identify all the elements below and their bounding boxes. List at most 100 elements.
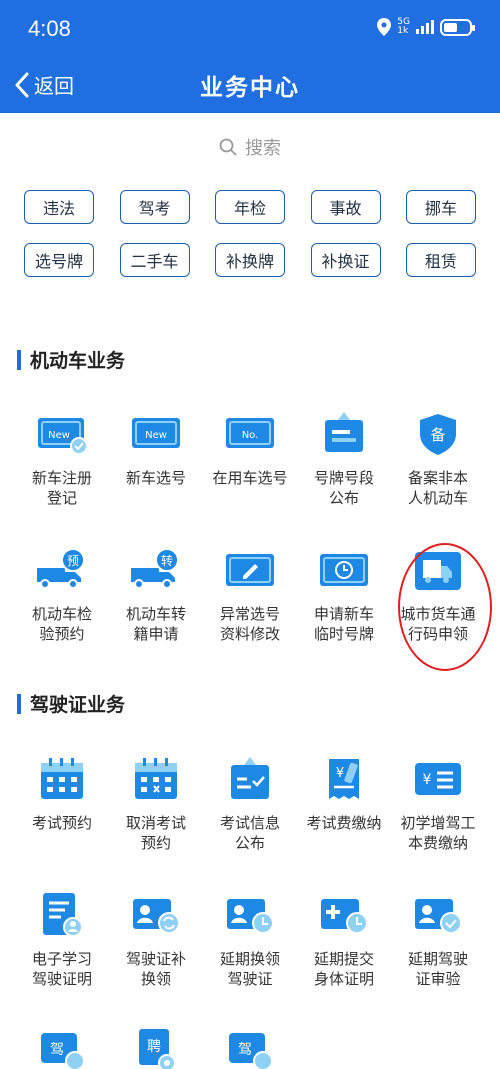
service-temporary-plate[interactable]: 申请新车 临时号牌 (297, 546, 391, 682)
tag-move-car[interactable]: 挪车 (406, 190, 476, 224)
license-services-grid: 考试预约 取消考试 预约 考试信息 公布 ¥ 考试费缴纳 ¥ 初学增驾工 本费缴… (15, 755, 485, 1069)
service-label: 延期提交 身体证明 (313, 950, 374, 988)
exam-info-icon (231, 757, 269, 799)
service-used-car-plate-select[interactable]: No. 在用车选号 (203, 410, 297, 546)
service-cancel-exam-appointment[interactable]: 取消考试 预约 (109, 755, 203, 891)
service-license-review-delay[interactable]: 延期驾驶 证审验 (391, 891, 485, 1027)
e-document-icon (43, 893, 83, 937)
cargo-truck-icon (415, 552, 461, 590)
service-label: 延期换领 驾驶证 (219, 950, 280, 988)
search-bar[interactable]: 搜索 (0, 134, 500, 160)
service-label: 新车选号 (125, 469, 186, 487)
service-label: 在用车选号 (212, 469, 288, 487)
new-plate-icon: New (132, 418, 180, 448)
tag-replace-plate[interactable]: 补换牌 (215, 243, 285, 277)
vehicle-section-title: 机动车业务 (17, 346, 125, 373)
service-register-others-vehicle[interactable]: 备 备案非本 人机动车 (391, 410, 485, 546)
service-label: 延期驾驶 证审验 (407, 950, 468, 988)
svg-text:驾: 驾 (238, 1042, 252, 1058)
service-label: 号牌号段 公布 (313, 469, 374, 507)
service-abnormal-plate-edit[interactable]: 异常选号 资料修改 (203, 546, 297, 682)
service-label: 考试信息 公布 (219, 814, 280, 852)
svg-text:No.: No. (242, 430, 259, 441)
service-label: 城市货车通 行码申领 (400, 605, 476, 643)
tag-driving-test[interactable]: 驾考 (119, 190, 190, 224)
location-icon (377, 18, 392, 36)
service-label: 电子学习 驾驶证明 (31, 950, 92, 988)
battery-icon (440, 18, 475, 36)
no-plate-icon: No. (226, 418, 274, 448)
license-verify-icon (415, 899, 462, 934)
service-exam-fee-payment[interactable]: ¥ 考试费缴纳 (297, 755, 391, 891)
service-e-license[interactable]: 驾 (203, 1027, 297, 1069)
new-plate-check-icon: New (38, 418, 88, 455)
svg-text:¥: ¥ (423, 772, 432, 788)
service-label: 驾驶证补 换领 (125, 950, 186, 988)
service-exam-appointment[interactable]: 考试预约 (15, 755, 109, 891)
truck-transfer-icon: 转 (131, 548, 179, 589)
hire-settings-icon: 聘 (139, 1029, 176, 1069)
header: 4:08 5G 1k 返回 业务中心 (0, 0, 500, 113)
temp-plate-icon (320, 554, 368, 586)
service-label: 考试预约 (31, 814, 92, 832)
service-label: 备案非本 人机动车 (407, 469, 468, 507)
service-hire-settings[interactable]: 聘 (109, 1027, 203, 1069)
license-renew-icon (133, 899, 180, 934)
shield-record-icon: 备 (420, 414, 456, 455)
service-license-replacement[interactable]: 驾驶证补 换领 (109, 891, 203, 1027)
tag-row: 选号牌 二手车 补换牌 补换证 租赁 (24, 243, 476, 277)
service-learner-fee-payment[interactable]: ¥ 初学增驾工 本费缴纳 (391, 755, 485, 891)
yuan-receipt-icon: ¥ (329, 759, 359, 799)
tag-violation[interactable]: 违法 (24, 190, 94, 224)
service-label: 机动车转 籍申请 (125, 605, 186, 643)
medical-delay-icon (321, 899, 368, 934)
nav-bar: 返回 业务中心 (0, 56, 500, 113)
status-bar: 4:08 5G 1k (0, 0, 500, 56)
service-license-delay-renewal[interactable]: 延期换领 驾驶证 (203, 891, 297, 1027)
service-exam-info[interactable]: 考试信息 公布 (203, 755, 297, 891)
tag-accident[interactable]: 事故 (310, 190, 381, 224)
svg-text:聘: 聘 (147, 1039, 161, 1055)
tag-replace-license[interactable]: 补换证 (310, 243, 381, 277)
page-title: 业务中心 (200, 75, 300, 101)
service-city-truck-pass[interactable]: 城市货车通 行码申领 (391, 546, 485, 682)
search-placeholder: 搜索 (245, 138, 281, 159)
status-time: 4:08 (28, 16, 71, 41)
license-delay-icon (227, 899, 274, 934)
service-label: 取消考试 预约 (125, 814, 186, 852)
license-e-icon: 驾 (229, 1033, 273, 1069)
calendar-icon (41, 758, 83, 799)
service-vehicle-transfer[interactable]: 转 机动车转 籍申请 (109, 546, 203, 682)
vehicle-services-grid: New 新车注册 登记 New 新车选号 No. 在用车选号 号牌号段 公布 备… (15, 410, 485, 682)
edit-plate-icon (226, 554, 274, 586)
calendar-cancel-icon (135, 758, 177, 799)
service-label: 考试费缴纳 (306, 814, 382, 832)
service-plate-range-announcement[interactable]: 号牌号段 公布 (297, 410, 391, 546)
service-new-car-plate-select[interactable]: New 新车选号 (109, 410, 203, 546)
service-vehicle-inspection-appointment[interactable]: 预 机动车检 验预约 (15, 546, 109, 682)
svg-text:New: New (48, 430, 70, 441)
search-icon (219, 138, 237, 156)
service-label: 新车注册 登记 (31, 469, 92, 507)
tag-row: 违法 驾考 年检 事故 挪车 (24, 190, 476, 224)
service-new-car-registration[interactable]: New 新车注册 登记 (15, 410, 109, 546)
service-license-phone[interactable]: 驾 (15, 1027, 109, 1069)
quick-tags: 违法 驾考 年检 事故 挪车 选号牌 二手车 补换牌 补换证 租赁 (24, 190, 476, 296)
svg-text:备: 备 (430, 426, 445, 444)
tag-rental[interactable]: 租赁 (406, 243, 476, 277)
service-label: 申请新车 临时号牌 (313, 605, 374, 643)
plate-announcement-icon (325, 412, 363, 452)
signal-icon (416, 20, 434, 34)
svg-text:驾: 驾 (50, 1042, 64, 1058)
tag-choose-plate[interactable]: 选号牌 (24, 243, 94, 277)
tag-annual-inspection[interactable]: 年检 (215, 190, 285, 224)
service-label: 机动车检 验预约 (31, 605, 92, 643)
license-section-title: 驾驶证业务 (17, 690, 125, 717)
service-e-learning-certificate[interactable]: 电子学习 驾驶证明 (15, 891, 109, 1027)
service-medical-proof-delay[interactable]: 延期提交 身体证明 (297, 891, 391, 1027)
network-type: 5G 1k (397, 17, 410, 36)
tag-used-car[interactable]: 二手车 (119, 243, 190, 277)
svg-text:¥: ¥ (336, 766, 344, 781)
truck-appointment-icon: 预 (37, 548, 85, 589)
svg-text:New: New (145, 430, 167, 441)
